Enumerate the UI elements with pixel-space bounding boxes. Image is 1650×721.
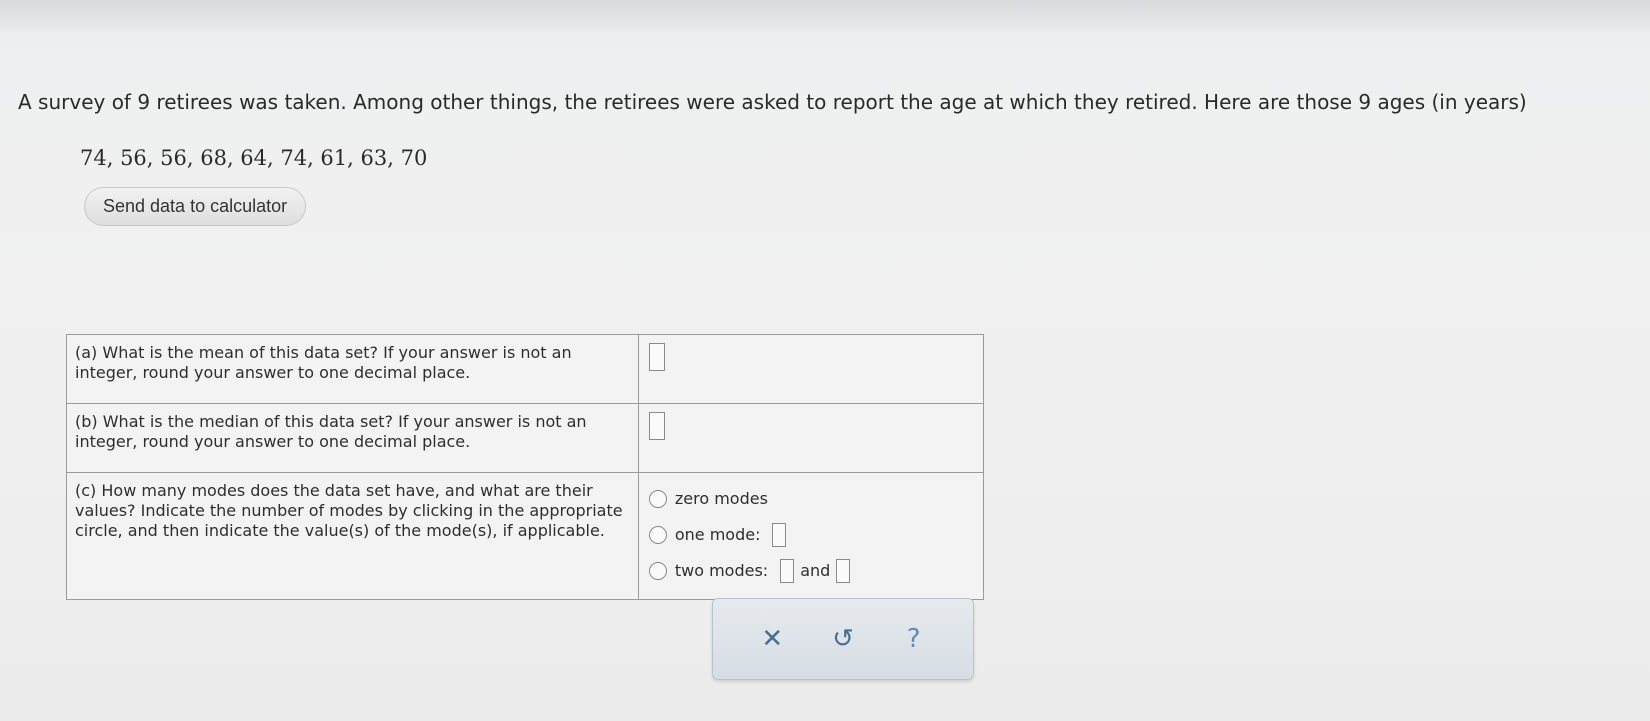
mean-answer-input[interactable]: [648, 343, 665, 371]
question-row-a: (a) What is the mean of this data set? I…: [66, 334, 985, 404]
data-values: 74, 56, 56, 68, 64, 74, 61, 63, 70: [80, 146, 428, 170]
problem-intro: A survey of 9 retirees was taken. Among …: [18, 90, 1527, 114]
clear-icon[interactable]: ✕: [752, 624, 792, 654]
question-a-text: (a) What is the mean of this data set? I…: [66, 334, 639, 404]
two-modes-label: two modes:: [674, 561, 769, 580]
send-data-to-calculator-button[interactable]: Send data to calculator: [84, 187, 307, 226]
question-row-b: (b) What is the median of this data set?…: [66, 403, 985, 473]
question-row-c: (c) How many modes does the data set hav…: [66, 472, 985, 600]
two-modes-first-input[interactable]: [780, 559, 795, 583]
one-mode-value-input[interactable]: [772, 523, 787, 547]
two-modes-radio[interactable]: [648, 562, 667, 580]
option-two-modes[interactable]: two modes: and: [648, 553, 973, 589]
answer-cell-b: [637, 403, 985, 473]
median-answer-input[interactable]: [648, 412, 665, 440]
help-icon[interactable]: ?: [894, 624, 934, 654]
question-c-text: (c) How many modes does the data set hav…: [66, 472, 639, 600]
question-b-text: (b) What is the median of this data set?…: [66, 403, 639, 473]
zero-modes-label: zero modes: [674, 489, 768, 508]
answer-action-bar: ✕ ↺ ?: [712, 598, 974, 680]
undo-icon[interactable]: ↺: [823, 624, 863, 654]
option-one-mode[interactable]: one mode:: [648, 517, 973, 553]
answer-cell-c: zero modes one mode: two modes: and: [637, 472, 985, 600]
and-label: and: [800, 561, 831, 580]
one-mode-label: one mode:: [674, 525, 761, 544]
zero-modes-radio[interactable]: [648, 490, 667, 508]
two-modes-second-input[interactable]: [836, 559, 851, 583]
one-mode-radio[interactable]: [648, 526, 667, 544]
questions-table: (a) What is the mean of this data set? I…: [66, 334, 985, 600]
browser-top-strip: [0, 0, 1650, 30]
answer-cell-a: [637, 334, 985, 404]
option-zero-modes[interactable]: zero modes: [648, 481, 973, 517]
